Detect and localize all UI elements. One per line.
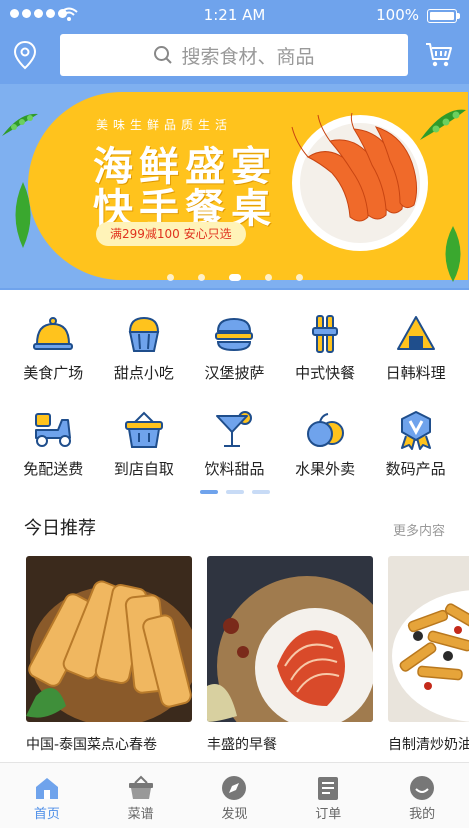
category-label: 汉堡披萨: [204, 364, 265, 382]
category-chinese-fast-food[interactable]: 中式快餐: [282, 300, 368, 396]
category-pagination: [0, 490, 469, 494]
tab-orders[interactable]: 订单: [288, 763, 368, 828]
cocktail-icon: [216, 411, 253, 447]
tab-label: 我的: [409, 807, 436, 822]
bottom-tab-bar: 首页 菜谱 发现 订单 我的: [0, 762, 469, 828]
shrimp-plate-image: [291, 113, 428, 251]
banner-dot[interactable]: [197, 274, 205, 281]
category-row: 免配送费 到店自取 饮料甜品 水果外卖 数码产品: [0, 396, 469, 492]
banner-dot-active[interactable]: [228, 274, 241, 281]
cart-icon[interactable]: [424, 40, 454, 70]
pasta-image: [388, 556, 469, 722]
pea-pod-icon: [2, 113, 38, 136]
category-label: 免配送费: [23, 460, 84, 478]
category-japanese-korean[interactable]: 日韩料理: [373, 300, 459, 396]
tab-recipes[interactable]: 菜谱: [101, 763, 181, 828]
category-label: 水果外卖: [295, 460, 356, 478]
recommend-card[interactable]: 自制清炒奶油意面: [388, 556, 469, 754]
category-label: 数码产品: [385, 460, 446, 478]
location-pin-icon[interactable]: [12, 40, 38, 70]
category-page-dot[interactable]: [225, 490, 244, 494]
category-fruit-delivery[interactable]: 水果外卖: [282, 396, 368, 492]
header: 1:21 AM 100% 搜索食材、商品 美味生鲜品质生活 海鲜盛宴 快手餐桌 …: [0, 0, 469, 290]
recommend-name: 丰盛的早餐: [207, 737, 277, 753]
basket-icon: [128, 775, 153, 799]
category-label: 到店自取: [113, 460, 174, 478]
category-food-court[interactable]: 美食广场: [10, 300, 96, 396]
category-grid: 美食广场 甜点小吃 汉堡披萨 中式快餐 日韩料理 免配送费 到店自取 饮料甜品 …: [0, 300, 469, 492]
banner-dot[interactable]: [264, 274, 272, 281]
category-label: 饮料甜品: [204, 460, 265, 478]
breakfast-image: [207, 556, 397, 756]
tab-home[interactable]: 首页: [7, 763, 87, 828]
tab-label: 订单: [315, 807, 342, 822]
pea-pod-icon: [15, 182, 31, 248]
chopsticks-icon: [312, 315, 339, 353]
banner-pagination: [0, 274, 469, 281]
category-label: 日韩料理: [385, 364, 446, 382]
spring-rolls-image: [26, 556, 198, 726]
recommend-card[interactable]: 中国-泰国菜点心春卷: [26, 556, 198, 754]
category-label: 美食广场: [23, 364, 84, 382]
status-bar: 1:21 AM 100%: [0, 0, 469, 30]
recommend-header: 今日推荐 更多内容: [24, 514, 445, 544]
recommend-title: 今日推荐: [24, 518, 96, 539]
category-label: 中式快餐: [295, 364, 356, 382]
battery-percent: 100%: [376, 6, 419, 24]
tab-label: 菜谱: [127, 807, 154, 822]
search-icon: [154, 46, 173, 64]
onigiri-icon: [396, 316, 435, 350]
food-cloche-icon: [33, 317, 74, 350]
tab-discover[interactable]: 发现: [194, 763, 274, 828]
fruit-icon: [307, 413, 345, 447]
search-placeholder: 搜索食材、商品: [181, 45, 315, 68]
banner-tagline: 美味生鲜品质生活: [96, 118, 233, 132]
category-desserts[interactable]: 甜点小吃: [101, 300, 187, 396]
category-page-dot[interactable]: [251, 490, 270, 494]
burger-icon: [215, 317, 254, 352]
more-content-link[interactable]: 更多内容: [393, 520, 445, 539]
category-digital[interactable]: 数码产品: [373, 396, 459, 492]
category-row: 美食广场 甜点小吃 汉堡披萨 中式快餐 日韩料理: [0, 300, 469, 396]
category-free-delivery[interactable]: 免配送费: [10, 396, 96, 492]
cupcake-icon: [128, 316, 160, 352]
user-icon: [410, 776, 435, 800]
banner-dot[interactable]: [166, 274, 174, 281]
recommend-card[interactable]: 丰盛的早餐: [207, 556, 397, 756]
banner-dot[interactable]: [295, 274, 303, 281]
home-icon: [35, 778, 58, 799]
compass-icon: [222, 776, 247, 800]
category-page-dot-active[interactable]: [199, 490, 218, 494]
banner-promo-badge: 满299减100 安心只选: [96, 222, 246, 246]
recommend-list: 中国-泰国菜点心春卷 丰盛的早餐 自制清炒奶油: [26, 556, 469, 756]
tab-label: 发现: [221, 807, 248, 822]
category-drinks-desserts[interactable]: 饮料甜品: [191, 396, 277, 492]
scooter-icon: [35, 413, 72, 447]
tab-label: 首页: [33, 807, 60, 822]
battery-icon: [427, 9, 457, 23]
basket-icon: [124, 411, 163, 448]
recommend-name: 中国-泰国菜点心春卷: [26, 737, 158, 753]
clipboard-icon: [318, 777, 339, 800]
category-label: 甜点小吃: [113, 364, 174, 382]
search-input[interactable]: 搜索食材、商品: [60, 34, 408, 76]
recommend-name: 自制清炒奶油意面: [388, 737, 469, 753]
badge-icon: [400, 411, 431, 450]
category-burger-pizza[interactable]: 汉堡披萨: [191, 300, 277, 396]
tab-profile[interactable]: 我的: [382, 763, 462, 828]
category-pickup[interactable]: 到店自取: [101, 396, 187, 492]
